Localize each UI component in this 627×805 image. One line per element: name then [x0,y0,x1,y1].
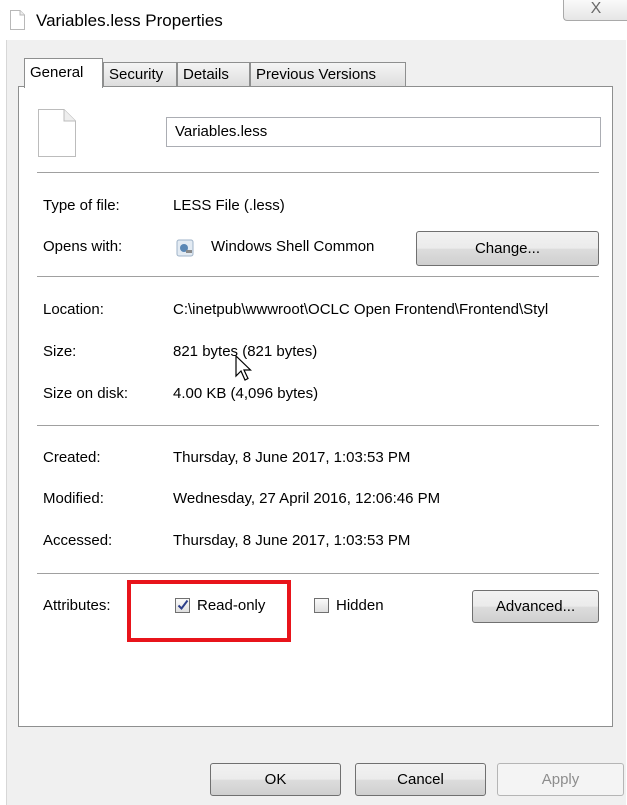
apply-button[interactable]: Apply [497,763,624,796]
read-only-highlight-box [127,580,291,642]
change-button-label: Change... [474,240,541,257]
modified-value: Wednesday, 27 April 2016, 12:06:46 PM [173,490,441,507]
size-on-disk-label: Size on disk: [43,385,129,402]
tab-label: General [30,64,84,81]
title-bar: Variables.less Properties X [0,0,627,40]
tab-label: Security [109,66,164,83]
size-on-disk-value: 4.00 KB (4,096 bytes) [173,385,319,402]
file-name-input[interactable]: Variables.less [166,117,601,147]
modified-label: Modified: [43,490,104,507]
separator [37,425,599,426]
tab-label: Previous Versions [256,66,377,83]
type-of-file-label: Type of file: [43,197,120,214]
hidden-checkbox[interactable] [314,598,329,613]
cancel-button[interactable]: Cancel [355,763,486,796]
type-of-file-value: LESS File (.less) [173,197,285,214]
close-button[interactable]: X [563,0,627,21]
tab-general[interactable]: General [24,58,103,88]
change-button[interactable]: Change... [416,231,599,266]
opens-with-label: Opens with: [43,238,123,255]
general-tab-panel [18,86,613,727]
created-label: Created: [43,449,101,466]
apply-button-label: Apply [541,771,580,788]
attributes-label: Attributes: [43,597,111,614]
window-title: Variables.less Properties [36,11,223,30]
document-icon [10,10,25,30]
size-label: Size: [43,343,77,360]
separator [37,276,599,277]
separator [37,172,599,173]
created-value: Thursday, 8 June 2017, 1:03:53 PM [173,449,411,466]
accessed-value: Thursday, 8 June 2017, 1:03:53 PM [173,532,411,549]
location-label: Location: [43,301,104,318]
accessed-label: Accessed: [43,532,113,549]
ok-button-label: OK [264,771,287,788]
advanced-button[interactable]: Advanced... [472,590,599,623]
tab-details[interactable]: Details [177,62,250,87]
tab-security[interactable]: Security [103,62,177,87]
location-value: C:\inetpub\wwwroot\OCLC Open Frontend\Fr… [173,301,549,318]
tab-previous-versions[interactable]: Previous Versions [250,62,406,87]
mouse-cursor-icon [235,355,252,381]
windows-shell-icon [176,239,194,257]
ok-button[interactable]: OK [210,763,341,796]
tab-label: Details [183,66,229,83]
opens-with-value: Windows Shell Common [211,238,375,255]
hidden-label[interactable]: Hidden [336,597,384,614]
cancel-button-label: Cancel [397,771,444,788]
close-icon: X [590,0,602,17]
separator [37,573,599,574]
file-icon [38,109,76,157]
advanced-button-label: Advanced... [495,598,576,615]
